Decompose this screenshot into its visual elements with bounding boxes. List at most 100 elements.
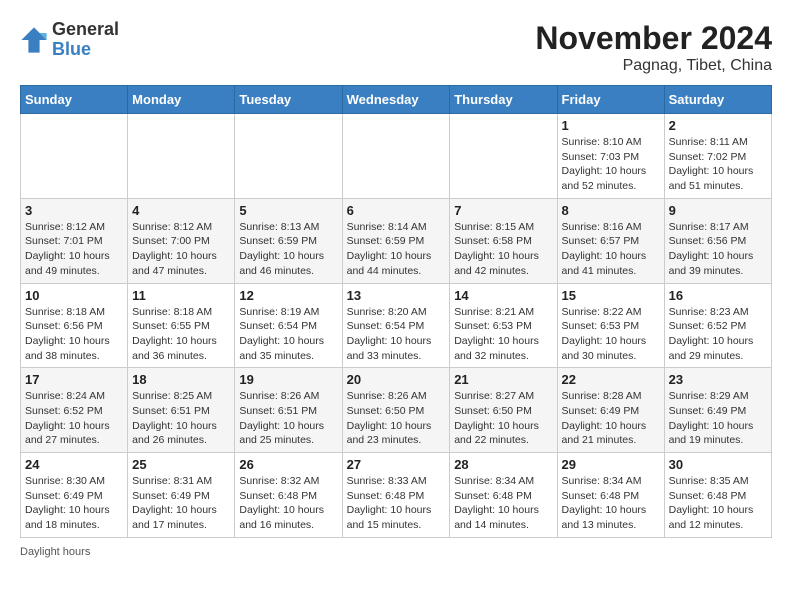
day-info: Sunrise: 8:17 AM Sunset: 6:56 PM Dayligh… xyxy=(669,220,767,279)
day-info: Sunrise: 8:13 AM Sunset: 6:59 PM Dayligh… xyxy=(239,220,337,279)
day-info: Sunrise: 8:24 AM Sunset: 6:52 PM Dayligh… xyxy=(25,389,123,448)
day-number: 9 xyxy=(669,203,767,218)
day-info: Sunrise: 8:34 AM Sunset: 6:48 PM Dayligh… xyxy=(562,474,660,533)
day-info: Sunrise: 8:14 AM Sunset: 6:59 PM Dayligh… xyxy=(347,220,446,279)
calendar-table: SundayMondayTuesdayWednesdayThursdayFrid… xyxy=(20,85,772,538)
calendar-cell xyxy=(450,114,557,199)
calendar-week-0: 1 Sunrise: 8:10 AM Sunset: 7:03 PM Daylig… xyxy=(21,114,772,199)
day-number: 13 xyxy=(347,288,446,303)
day-info: Sunrise: 8:26 AM Sunset: 6:51 PM Dayligh… xyxy=(239,389,337,448)
day-number: 7 xyxy=(454,203,552,218)
day-info: Sunrise: 8:20 AM Sunset: 6:54 PM Dayligh… xyxy=(347,305,446,364)
calendar-cell: 6 Sunrise: 8:14 AM Sunset: 6:59 PM Daylig… xyxy=(342,198,450,283)
calendar-cell: 10 Sunrise: 8:18 AM Sunset: 6:56 PM Dayli… xyxy=(21,283,128,368)
calendar-cell: 4 Sunrise: 8:12 AM Sunset: 7:00 PM Daylig… xyxy=(128,198,235,283)
calendar-cell: 19Sunrise: 8:26 AM Sunset: 6:51 PM Dayli… xyxy=(235,368,342,453)
page-header: General Blue November 2024 Pagnag, Tibet… xyxy=(20,20,772,75)
day-number: 25 xyxy=(132,457,230,472)
day-number: 17 xyxy=(25,372,123,387)
footer-label: Daylight hours xyxy=(20,546,90,558)
calendar-cell xyxy=(235,114,342,199)
calendar-cell: 1 Sunrise: 8:10 AM Sunset: 7:03 PM Daylig… xyxy=(557,114,664,199)
calendar-cell: 16 Sunrise: 8:23 AM Sunset: 6:52 PM Dayli… xyxy=(664,283,771,368)
day-number: 2 xyxy=(669,118,767,133)
calendar-cell: 30 Sunrise: 8:35 AM Sunset: 6:48 PM Dayli… xyxy=(664,453,771,538)
logo: General Blue xyxy=(20,20,119,60)
calendar-cell: 2 Sunrise: 8:11 AM Sunset: 7:02 PM Daylig… xyxy=(664,114,771,199)
weekday-header-row: SundayMondayTuesdayWednesdayThursdayFrid… xyxy=(21,86,772,114)
calendar-cell: 26Sunrise: 8:32 AM Sunset: 6:48 PM Dayli… xyxy=(235,453,342,538)
calendar-cell xyxy=(342,114,450,199)
logo-general-text: General xyxy=(52,20,119,40)
calendar-cell: 20 Sunrise: 8:26 AM Sunset: 6:50 PM Dayli… xyxy=(342,368,450,453)
day-info: Sunrise: 8:12 AM Sunset: 7:00 PM Dayligh… xyxy=(132,220,230,279)
calendar-cell: 11 Sunrise: 8:18 AM Sunset: 6:55 PM Dayli… xyxy=(128,283,235,368)
day-number: 4 xyxy=(132,203,230,218)
day-info: Sunrise: 8:23 AM Sunset: 6:52 PM Dayligh… xyxy=(669,305,767,364)
calendar-cell xyxy=(21,114,128,199)
day-number: 28 xyxy=(454,457,552,472)
calendar-cell: 13 Sunrise: 8:20 AM Sunset: 6:54 PM Dayli… xyxy=(342,283,450,368)
day-number: 24 xyxy=(25,457,123,472)
calendar-cell: 22Sunrise: 8:28 AM Sunset: 6:49 PM Dayli… xyxy=(557,368,664,453)
day-info: Sunrise: 8:25 AM Sunset: 6:51 PM Dayligh… xyxy=(132,389,230,448)
weekday-friday: Friday xyxy=(557,86,664,114)
day-number: 1 xyxy=(562,118,660,133)
day-info: Sunrise: 8:12 AM Sunset: 7:01 PM Dayligh… xyxy=(25,220,123,279)
day-number: 6 xyxy=(347,203,446,218)
calendar-week-2: 10 Sunrise: 8:18 AM Sunset: 6:56 PM Dayli… xyxy=(21,283,772,368)
weekday-tuesday: Tuesday xyxy=(235,86,342,114)
day-number: 12 xyxy=(239,288,337,303)
day-info: Sunrise: 8:34 AM Sunset: 6:48 PM Dayligh… xyxy=(454,474,552,533)
calendar-cell: 7 Sunrise: 8:15 AM Sunset: 6:58 PM Daylig… xyxy=(450,198,557,283)
calendar-cell: 24Sunrise: 8:30 AM Sunset: 6:49 PM Dayli… xyxy=(21,453,128,538)
day-info: Sunrise: 8:19 AM Sunset: 6:54 PM Dayligh… xyxy=(239,305,337,364)
day-info: Sunrise: 8:11 AM Sunset: 7:02 PM Dayligh… xyxy=(669,135,767,194)
weekday-thursday: Thursday xyxy=(450,86,557,114)
calendar-cell: 5 Sunrise: 8:13 AM Sunset: 6:59 PM Daylig… xyxy=(235,198,342,283)
day-info: Sunrise: 8:15 AM Sunset: 6:58 PM Dayligh… xyxy=(454,220,552,279)
day-info: Sunrise: 8:16 AM Sunset: 6:57 PM Dayligh… xyxy=(562,220,660,279)
weekday-monday: Monday xyxy=(128,86,235,114)
day-number: 8 xyxy=(562,203,660,218)
calendar-cell: 17 Sunrise: 8:24 AM Sunset: 6:52 PM Dayli… xyxy=(21,368,128,453)
day-info: Sunrise: 8:35 AM Sunset: 6:48 PM Dayligh… xyxy=(669,474,767,533)
day-number: 5 xyxy=(239,203,337,218)
day-number: 16 xyxy=(669,288,767,303)
calendar-cell: 28 Sunrise: 8:34 AM Sunset: 6:48 PM Dayli… xyxy=(450,453,557,538)
day-info: Sunrise: 8:27 AM Sunset: 6:50 PM Dayligh… xyxy=(454,389,552,448)
calendar-cell xyxy=(128,114,235,199)
day-number: 30 xyxy=(669,457,767,472)
calendar-cell: 23Sunrise: 8:29 AM Sunset: 6:49 PM Dayli… xyxy=(664,368,771,453)
day-info: Sunrise: 8:26 AM Sunset: 6:50 PM Dayligh… xyxy=(347,389,446,448)
day-number: 20 xyxy=(347,372,446,387)
day-number: 29 xyxy=(562,457,660,472)
day-number: 23 xyxy=(669,372,767,387)
calendar-cell: 27Sunrise: 8:33 AM Sunset: 6:48 PM Dayli… xyxy=(342,453,450,538)
day-number: 14 xyxy=(454,288,552,303)
calendar-week-4: 24Sunrise: 8:30 AM Sunset: 6:49 PM Dayli… xyxy=(21,453,772,538)
footer-text: Daylight hours xyxy=(20,546,772,558)
day-number: 10 xyxy=(25,288,123,303)
day-info: Sunrise: 8:18 AM Sunset: 6:56 PM Dayligh… xyxy=(25,305,123,364)
calendar-cell: 25 Sunrise: 8:31 AM Sunset: 6:49 PM Dayli… xyxy=(128,453,235,538)
calendar-cell: 8 Sunrise: 8:16 AM Sunset: 6:57 PM Daylig… xyxy=(557,198,664,283)
weekday-saturday: Saturday xyxy=(664,86,771,114)
calendar-cell: 21Sunrise: 8:27 AM Sunset: 6:50 PM Dayli… xyxy=(450,368,557,453)
day-info: Sunrise: 8:10 AM Sunset: 7:03 PM Dayligh… xyxy=(562,135,660,194)
day-info: Sunrise: 8:33 AM Sunset: 6:48 PM Dayligh… xyxy=(347,474,446,533)
weekday-sunday: Sunday xyxy=(21,86,128,114)
day-info: Sunrise: 8:31 AM Sunset: 6:49 PM Dayligh… xyxy=(132,474,230,533)
page-subtitle: Pagnag, Tibet, China xyxy=(535,57,772,75)
title-block: November 2024 Pagnag, Tibet, China xyxy=(535,20,772,75)
calendar-cell: 9 Sunrise: 8:17 AM Sunset: 6:56 PM Daylig… xyxy=(664,198,771,283)
calendar-week-3: 17 Sunrise: 8:24 AM Sunset: 6:52 PM Dayli… xyxy=(21,368,772,453)
day-number: 22 xyxy=(562,372,660,387)
day-info: Sunrise: 8:18 AM Sunset: 6:55 PM Dayligh… xyxy=(132,305,230,364)
calendar-cell: 3Sunrise: 8:12 AM Sunset: 7:01 PM Daylig… xyxy=(21,198,128,283)
calendar-cell: 12 Sunrise: 8:19 AM Sunset: 6:54 PM Dayli… xyxy=(235,283,342,368)
day-info: Sunrise: 8:21 AM Sunset: 6:53 PM Dayligh… xyxy=(454,305,552,364)
day-number: 11 xyxy=(132,288,230,303)
calendar-week-1: 3Sunrise: 8:12 AM Sunset: 7:01 PM Daylig… xyxy=(21,198,772,283)
day-info: Sunrise: 8:32 AM Sunset: 6:48 PM Dayligh… xyxy=(239,474,337,533)
